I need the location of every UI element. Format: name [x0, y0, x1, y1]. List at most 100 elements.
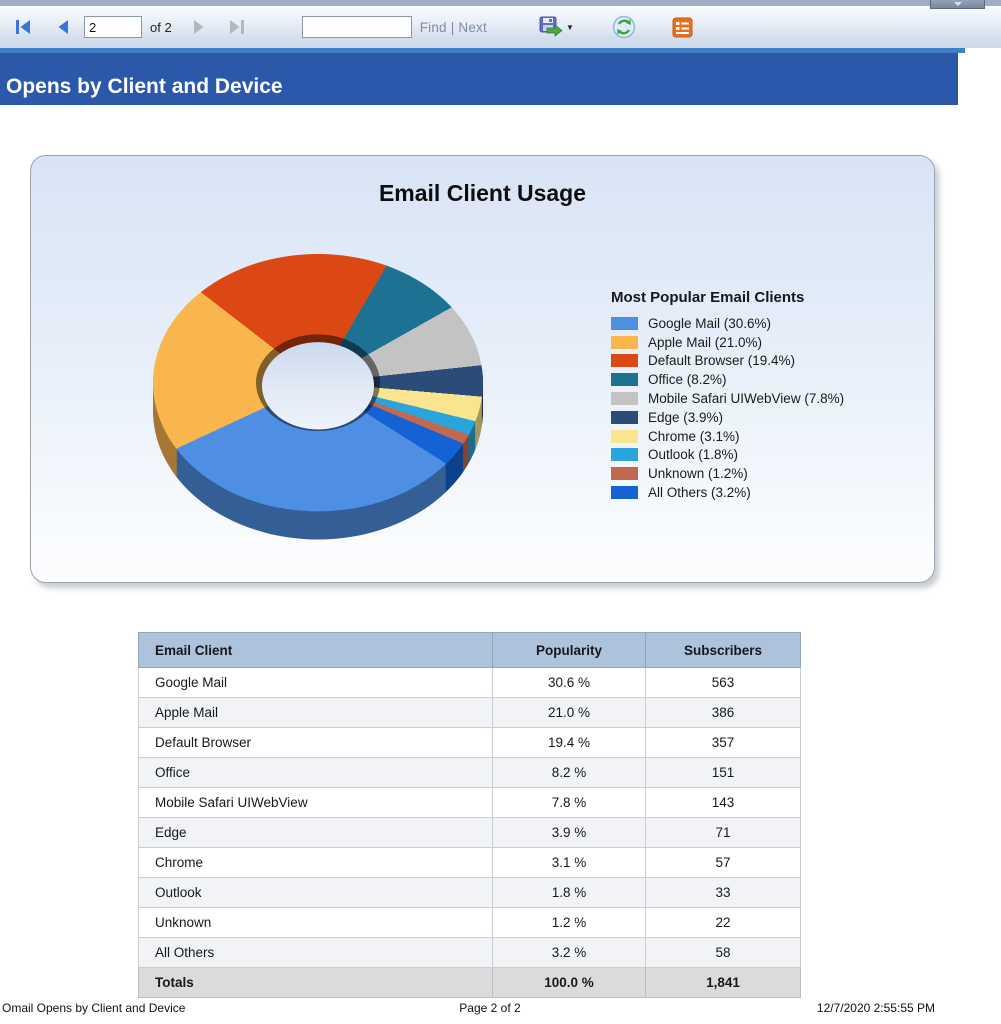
- legend-item: Apple Mail (21.0%): [611, 333, 931, 352]
- data-feed-icon: [672, 17, 693, 38]
- table-cell: Totals: [139, 968, 493, 998]
- page-number-input[interactable]: [84, 16, 142, 38]
- chart-title: Email Client Usage: [31, 180, 934, 207]
- table-cell: 1.8 %: [493, 878, 646, 908]
- table-cell: Office: [139, 758, 493, 788]
- find-link[interactable]: Find: [420, 20, 447, 35]
- legend-swatch: [611, 467, 638, 480]
- table-cell: Default Browser: [139, 728, 493, 758]
- report-viewer: of 2 Find | Next ▼: [0, 0, 1001, 1024]
- legend-label: Chrome (3.1%): [648, 429, 740, 444]
- legend-swatch: [611, 448, 638, 461]
- legend-swatch: [611, 486, 638, 499]
- table-cell: Apple Mail: [139, 698, 493, 728]
- legend-item: Unknown (1.2%): [611, 464, 931, 483]
- legend-swatch: [611, 411, 638, 424]
- table-row: Google Mail30.6 %563: [139, 668, 801, 698]
- legend-item: Outlook (1.8%): [611, 446, 931, 465]
- table-cell: 3.1 %: [493, 848, 646, 878]
- table-cell: 1.2 %: [493, 908, 646, 938]
- table-cell: All Others: [139, 938, 493, 968]
- table-cell: 143: [646, 788, 801, 818]
- table-cell: 33: [646, 878, 801, 908]
- first-page-icon: [14, 19, 32, 35]
- previous-page-button[interactable]: [52, 14, 74, 40]
- table-cell: 57: [646, 848, 801, 878]
- legend-label: Google Mail (30.6%): [648, 316, 771, 331]
- table-cell: Mobile Safari UIWebView: [139, 788, 493, 818]
- legend-item: Chrome (3.1%): [611, 427, 931, 446]
- legend-swatch: [611, 336, 638, 349]
- report-toolbar: of 2 Find | Next ▼: [0, 6, 1001, 48]
- legend-item: Mobile Safari UIWebView (7.8%): [611, 389, 931, 408]
- legend-item: Office (8.2%): [611, 370, 931, 389]
- previous-page-icon: [56, 19, 70, 35]
- table-cell: 151: [646, 758, 801, 788]
- legend-swatch: [611, 354, 638, 367]
- legend-label: Unknown (1.2%): [648, 466, 748, 481]
- first-page-button[interactable]: [10, 14, 36, 40]
- legend-label: Mobile Safari UIWebView (7.8%): [648, 391, 844, 406]
- table-cell: Google Mail: [139, 668, 493, 698]
- find-text-input[interactable]: [302, 16, 412, 38]
- page-count-label: of 2: [150, 20, 172, 35]
- table-row: Edge3.9 %71: [139, 818, 801, 848]
- donut-chart: [153, 254, 483, 511]
- refresh-button[interactable]: [608, 14, 640, 40]
- data-feed-export-button[interactable]: [668, 14, 697, 40]
- table-cell: 21.0 %: [493, 698, 646, 728]
- table-cell: 7.8 %: [493, 788, 646, 818]
- legend-item: Edge (3.9%): [611, 408, 931, 427]
- report-title: Opens by Client and Device: [6, 75, 283, 99]
- table-cell: 100.0 %: [493, 968, 646, 998]
- column-header-subscribers: Subscribers: [646, 633, 801, 668]
- legend-items: Google Mail (30.6%) Apple Mail (21.0%) Def…: [611, 314, 931, 502]
- table-cell: 1,841: [646, 968, 801, 998]
- legend-label: Apple Mail (21.0%): [648, 335, 762, 350]
- legend-label: Office (8.2%): [648, 372, 727, 387]
- legend-label: All Others (3.2%): [648, 485, 751, 500]
- legend-label: Outlook (1.8%): [648, 447, 738, 462]
- table-cell: 19.4 %: [493, 728, 646, 758]
- legend-item: Default Browser (19.4%): [611, 352, 931, 371]
- collapse-toolbar-handle[interactable]: [930, 0, 985, 9]
- column-header-email-client: Email Client: [139, 633, 493, 668]
- table-cell: 3.9 %: [493, 818, 646, 848]
- legend-item: All Others (3.2%): [611, 483, 931, 502]
- table-row: Office8.2 %151: [139, 758, 801, 788]
- table-cell: 357: [646, 728, 801, 758]
- table-cell: 3.2 %: [493, 938, 646, 968]
- table-row: Mobile Safari UIWebView7.8 %143: [139, 788, 801, 818]
- table-cell: Chrome: [139, 848, 493, 878]
- email-client-table: Email Client Popularity Subscribers Goog…: [138, 632, 801, 998]
- table-row: Apple Mail21.0 %386: [139, 698, 801, 728]
- legend-swatch: [611, 430, 638, 443]
- table-header-row: Email Client Popularity Subscribers: [139, 633, 801, 668]
- table-cell: 58: [646, 938, 801, 968]
- footer-timestamp: 12/7/2020 2:55:55 PM: [817, 1001, 935, 1015]
- export-button[interactable]: ▼: [533, 14, 578, 40]
- next-page-icon: [192, 19, 206, 35]
- table-row: Default Browser19.4 %357: [139, 728, 801, 758]
- next-page-button[interactable]: [188, 14, 210, 40]
- table-cell: 563: [646, 668, 801, 698]
- table-cell: Edge: [139, 818, 493, 848]
- report-header-band: Opens by Client and Device: [0, 53, 958, 105]
- table-row: Chrome3.1 %57: [139, 848, 801, 878]
- table-cell: Unknown: [139, 908, 493, 938]
- table-totals-row: Totals100.0 %1,841: [139, 968, 801, 998]
- find-next-links: Find | Next: [420, 20, 487, 35]
- refresh-icon: [612, 15, 636, 39]
- export-save-icon: [537, 16, 563, 38]
- table-cell: 386: [646, 698, 801, 728]
- table-cell: Outlook: [139, 878, 493, 908]
- export-dropdown-caret[interactable]: ▼: [566, 23, 574, 32]
- last-page-button[interactable]: [224, 14, 250, 40]
- next-link[interactable]: Next: [458, 20, 487, 35]
- table-row: Unknown1.2 %22: [139, 908, 801, 938]
- table-row: All Others3.2 %58: [139, 938, 801, 968]
- legend-item: Google Mail (30.6%): [611, 314, 931, 333]
- table-cell: 71: [646, 818, 801, 848]
- table-row: Outlook1.8 %33: [139, 878, 801, 908]
- chart-legend: Most Popular Email Clients Google Mail (…: [611, 289, 931, 502]
